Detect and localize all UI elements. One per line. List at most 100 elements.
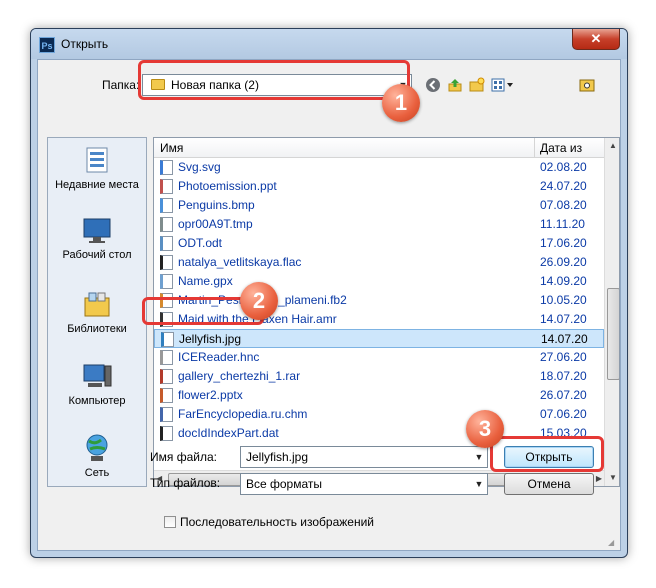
file-name: natalya_vetlitskaya.flac xyxy=(178,255,302,269)
place-libraries[interactable]: Библиотеки xyxy=(48,288,146,336)
file-row[interactable]: natalya_vetlitskaya.flac 26.09.20 xyxy=(154,253,604,272)
place-computer[interactable]: Компьютер xyxy=(48,360,146,408)
file-name: Penguins.bmp xyxy=(178,198,255,212)
folder-highlight xyxy=(138,60,410,100)
scroll-up-icon[interactable]: ▲ xyxy=(605,138,619,154)
scroll-down-icon[interactable]: ▼ xyxy=(605,470,619,486)
file-date: 27.06.20 xyxy=(540,350,587,364)
file-row[interactable]: Name.gpx 14.09.20 xyxy=(154,272,604,291)
filename-value: Jellyfish.jpg xyxy=(246,450,309,464)
file-row[interactable]: Photoemission.ppt 24.07.20 xyxy=(154,177,604,196)
file-icon xyxy=(160,217,173,232)
file-icon xyxy=(160,198,173,213)
back-arrow-icon[interactable] xyxy=(424,77,442,95)
file-name: Jellyfish.jpg xyxy=(179,332,242,346)
file-icon xyxy=(160,350,173,365)
file-row[interactable]: ICEReader.hnc 27.06.20 xyxy=(154,348,604,367)
filetype-select[interactable]: Все форматы ▼ xyxy=(240,473,488,495)
filetype-label: Тип файлов: xyxy=(150,476,221,490)
window-title: Открыть xyxy=(61,37,109,51)
file-icon xyxy=(160,369,173,384)
file-row[interactable]: Svg.svg 02.08.20 xyxy=(154,158,604,177)
file-date: 07.06.20 xyxy=(540,407,587,421)
file-icon xyxy=(160,388,173,403)
network-icon xyxy=(81,432,113,464)
step-badge-2: 2 xyxy=(240,282,278,320)
file-name: flower2.pptx xyxy=(178,388,243,402)
vertical-scroll-thumb[interactable] xyxy=(607,288,619,380)
file-date: 14.09.20 xyxy=(540,274,587,288)
file-icon xyxy=(160,426,173,441)
file-icon xyxy=(160,274,173,289)
file-date: 02.08.20 xyxy=(540,160,587,174)
file-date: 10.05.20 xyxy=(540,293,587,307)
scroll-right-icon[interactable]: ▶ xyxy=(596,471,602,486)
up-folder-icon[interactable] xyxy=(446,77,464,95)
file-icon xyxy=(161,332,174,347)
file-date: 14.07.20 xyxy=(541,332,588,346)
photoshop-icon: Ps xyxy=(39,37,55,53)
place-network[interactable]: Сеть xyxy=(48,432,146,480)
step-badge-3: 3 xyxy=(466,410,504,448)
file-row[interactable]: FarEncyclopedia.ru.chm 07.06.20 xyxy=(154,405,604,424)
file-date: 18.07.20 xyxy=(540,369,587,383)
file-row[interactable]: opr00A9T.tmp 11.11.20 xyxy=(154,215,604,234)
place-label: Библиотеки xyxy=(67,323,127,335)
place-desktop[interactable]: Рабочий стол xyxy=(48,214,146,262)
file-icon xyxy=(160,179,173,194)
view-menu-icon[interactable] xyxy=(490,77,516,95)
file-name: gallery_chertezhi_1.rar xyxy=(178,369,301,383)
file-name: docIdIndexPart.dat xyxy=(178,426,279,440)
column-separator[interactable] xyxy=(534,138,535,158)
filename-input[interactable]: Jellyfish.jpg ▼ xyxy=(240,446,488,468)
place-recent[interactable]: Недавние места xyxy=(48,144,146,192)
file-date: 11.11.20 xyxy=(540,217,585,231)
place-label: Рабочий стол xyxy=(62,249,132,261)
file-name: opr00A9T.tmp xyxy=(178,217,253,231)
places-bar: Недавние места Рабочий стол Библиотеки К… xyxy=(47,137,147,487)
sequence-label[interactable]: Последовательность изображений xyxy=(180,515,374,529)
close-button[interactable]: ✕ xyxy=(572,29,620,50)
open-dialog-window: Ps Открыть ✕ Папка: Новая папка (2) ▼ xyxy=(30,28,628,558)
filetype-value: Все форматы xyxy=(246,477,323,491)
step-badge-1: 1 xyxy=(382,84,420,122)
folder-label: Папка: xyxy=(102,78,140,92)
file-name: FarEncyclopedia.ru.chm xyxy=(178,407,308,421)
place-label: Компьютер xyxy=(68,395,126,407)
file-icon xyxy=(160,407,173,422)
file-name: Svg.svg xyxy=(178,160,221,174)
list-header: Имя Дата из xyxy=(154,138,604,158)
file-row[interactable]: gallery_chertezhi_1.rar 18.07.20 xyxy=(154,367,604,386)
filename-label: Имя файла: xyxy=(150,450,217,464)
file-row[interactable]: Penguins.bmp 07.08.20 xyxy=(154,196,604,215)
file-date: 24.07.20 xyxy=(540,179,587,193)
computer-icon xyxy=(81,360,113,392)
file-row[interactable]: Jellyfish.jpg 14.07.20 xyxy=(154,329,604,348)
title-bar[interactable]: Ps Открыть ✕ xyxy=(31,29,627,59)
new-folder-icon[interactable] xyxy=(468,77,486,95)
file-icon xyxy=(160,160,173,175)
file-row[interactable]: flower2.pptx 26.07.20 xyxy=(154,386,604,405)
file-date: 07.08.20 xyxy=(540,198,587,212)
file-date: 26.07.20 xyxy=(540,388,587,402)
dialog-body: Папка: Новая папка (2) ▼ Недав xyxy=(37,59,621,551)
chevron-down-icon[interactable]: ▼ xyxy=(471,474,487,494)
file-icon xyxy=(160,236,173,251)
place-label: Сеть xyxy=(84,467,110,479)
file-date: 17.06.20 xyxy=(540,236,587,250)
column-name-header[interactable]: Имя xyxy=(160,141,183,155)
file-name: ODT.odt xyxy=(178,236,223,250)
open-button-highlight xyxy=(490,436,604,472)
resize-grip-icon[interactable]: ◢ xyxy=(608,538,618,548)
photo-preview-icon[interactable] xyxy=(578,77,596,95)
file-icon xyxy=(160,255,173,270)
file-date: 14.07.20 xyxy=(540,312,587,326)
vertical-scrollbar[interactable]: ▲ ▼ xyxy=(604,138,619,486)
cancel-button[interactable]: Отмена xyxy=(504,473,594,495)
place-label: Недавние места xyxy=(55,179,139,191)
chevron-down-icon[interactable]: ▼ xyxy=(471,447,487,467)
file-row[interactable]: ODT.odt 17.06.20 xyxy=(154,234,604,253)
sequence-checkbox[interactable] xyxy=(164,516,176,528)
column-date-header[interactable]: Дата из xyxy=(540,141,582,155)
libraries-icon xyxy=(81,288,113,320)
